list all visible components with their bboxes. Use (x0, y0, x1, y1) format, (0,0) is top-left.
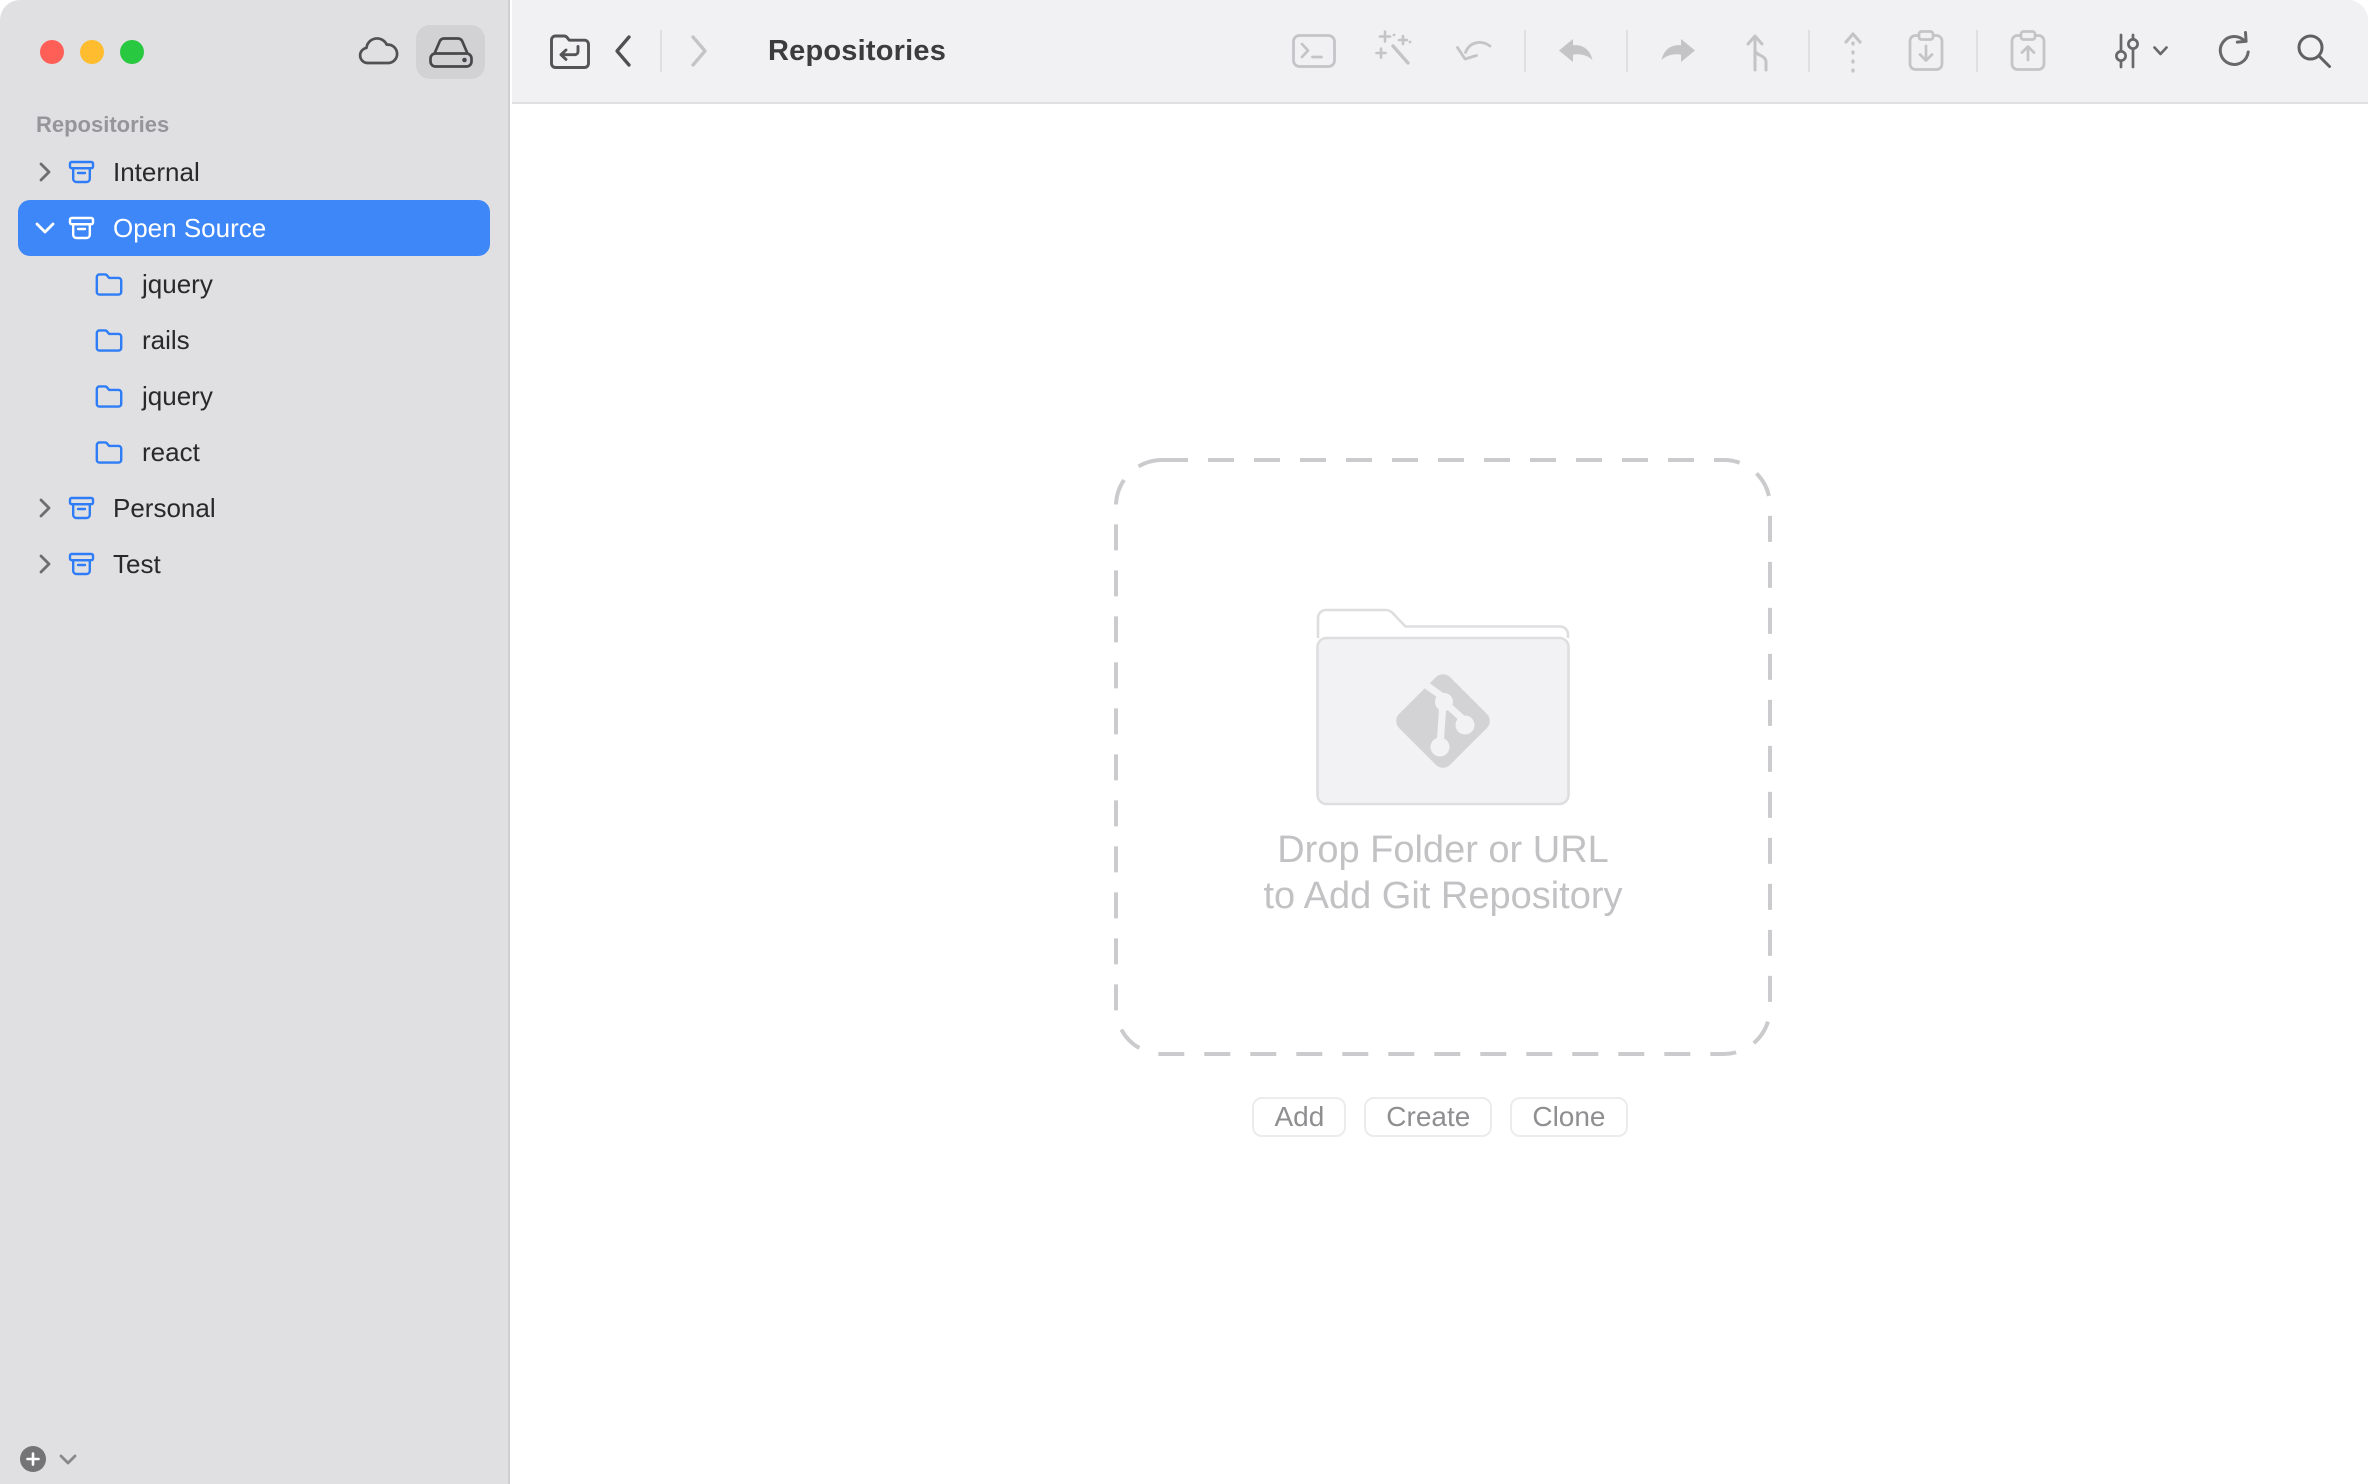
drop-zone[interactable]: Drop Folder or URL to Add Git Repository (1113, 457, 1773, 1057)
apply-stash-button[interactable] (1654, 21, 1702, 81)
sidebar-item-label: jquery (142, 268, 213, 299)
push-button[interactable] (1836, 21, 1870, 81)
sidebar-item-personal[interactable]: Personal (18, 480, 490, 536)
discard-button[interactable] (1450, 21, 1498, 81)
stash-arrow-left-icon (1559, 39, 1593, 62)
chevron-right-icon[interactable] (32, 497, 58, 519)
branch-options-icon (2114, 33, 2139, 69)
toolbar-separator (1976, 30, 1978, 72)
archive-box-icon (66, 157, 97, 188)
search-icon (2297, 34, 2331, 68)
pop-stash-clipboard-button[interactable] (2004, 21, 2052, 81)
archive-box-icon (66, 213, 97, 244)
chevron-down-icon[interactable] (32, 221, 58, 235)
back-icon (615, 35, 631, 67)
drive-icon (427, 34, 475, 70)
sidebar-titlebar (0, 0, 508, 104)
archive-box-icon (66, 493, 97, 524)
toolbar-navigation (546, 21, 714, 81)
sidebar-item-label: Personal (113, 492, 216, 523)
zoom-button[interactable] (120, 40, 144, 64)
sidebar: Repositories Internal Open Source jquery… (0, 0, 510, 1484)
display-options-button[interactable] (2100, 21, 2178, 81)
add-button[interactable]: Add (1252, 1097, 1347, 1137)
drop-zone-caption: Drop Folder or URL to Add Git Repository (1113, 827, 1773, 919)
merge-branch-icon (1746, 34, 1768, 72)
clipboard-up-icon (2010, 30, 2046, 71)
forward-icon (691, 35, 707, 67)
add-options-button[interactable] (58, 1453, 78, 1466)
main-area: Repositories Drop Folder or URL to Add G… (512, 0, 2368, 1484)
sidebar-item-label: rails (142, 324, 190, 355)
open-terminal-button[interactable] (1290, 21, 1338, 81)
sidebar-item-label: react (142, 436, 200, 467)
source-toggle (343, 25, 485, 79)
traffic-lights (40, 40, 144, 64)
close-button[interactable] (40, 40, 64, 64)
git-folder-icon (1315, 607, 1571, 807)
refresh-icon (2218, 31, 2250, 66)
toolbar-separator (1626, 30, 1628, 72)
toolbar-actions (1290, 21, 2338, 81)
folder-icon (94, 439, 124, 466)
sidebar-item-label: Open Source (113, 212, 267, 243)
repository-action-buttons: Add Create Clone (512, 1097, 2368, 1137)
back-to-repositories-button[interactable] (546, 21, 594, 81)
terminal-icon (1292, 34, 1336, 68)
refresh-button[interactable] (2210, 21, 2258, 81)
merge-button[interactable] (1734, 21, 1782, 81)
history-forward-button[interactable] (684, 21, 714, 81)
add-plus-icon (26, 1452, 40, 1466)
sidebar-item-react[interactable]: react (18, 424, 490, 480)
sidebar-item-test[interactable]: Test (18, 536, 490, 592)
push-dashed-arrow-icon (1844, 32, 1862, 73)
history-back-button[interactable] (608, 21, 638, 81)
sidebar-item-label: Internal (113, 156, 200, 187)
local-repos-button[interactable] (416, 25, 485, 79)
stash-button[interactable] (1552, 21, 1600, 81)
minimize-button[interactable] (80, 40, 104, 64)
sidebar-item-open-source[interactable]: Open Source (18, 200, 490, 256)
search-button[interactable] (2290, 21, 2338, 81)
chevron-down-icon (2152, 46, 2168, 56)
toolbar-separator (660, 30, 662, 72)
sidebar-item-jquery[interactable]: jquery (18, 256, 490, 312)
toolbar-separator (1524, 30, 1526, 72)
magic-wand-icon (1375, 30, 1412, 65)
create-button[interactable]: Create (1364, 1097, 1493, 1137)
folder-icon (94, 271, 124, 298)
quick-actions-button[interactable] (1370, 21, 1418, 81)
toolbar: Repositories (512, 0, 2368, 104)
folder-icon (94, 383, 124, 410)
clipboard-down-icon (1908, 30, 1944, 71)
add-repository-button[interactable] (20, 1446, 46, 1472)
sidebar-item-internal[interactable]: Internal (18, 144, 490, 200)
repository-tree: Internal Open Source jquery rails jquery… (0, 144, 508, 592)
back-to-repositories-icon (550, 34, 590, 69)
archive-box-icon (66, 549, 97, 580)
sidebar-item-rails[interactable]: rails (18, 312, 490, 368)
clone-button[interactable]: Clone (1510, 1097, 1628, 1137)
undo-arrow-icon (1456, 41, 1492, 61)
cloud-repos-button[interactable] (343, 25, 412, 79)
page-title: Repositories (768, 34, 947, 67)
repositories-content: Drop Folder or URL to Add Git Repository… (512, 106, 2368, 1484)
apply-arrow-right-icon (1661, 39, 1695, 62)
sidebar-item-label: jquery (142, 380, 213, 411)
chevron-right-icon[interactable] (32, 161, 58, 183)
sidebar-section-header: Repositories (36, 112, 170, 137)
chevron-right-icon[interactable] (32, 553, 58, 575)
chevron-down-icon (59, 1454, 77, 1464)
sidebar-item-jquery-2[interactable]: jquery (18, 368, 490, 424)
app-window: Repositories Internal Open Source jquery… (0, 0, 2368, 1484)
folder-icon (94, 327, 124, 354)
sidebar-footer (20, 1446, 78, 1472)
toolbar-separator (1808, 30, 1810, 72)
drop-zone-caption-line2: to Add Git Repository (1263, 875, 1623, 917)
sidebar-item-label: Test (113, 548, 161, 579)
cloud-icon (355, 36, 401, 69)
stash-clipboard-button[interactable] (1902, 21, 1950, 81)
drop-zone-caption-line1: Drop Folder or URL (1277, 829, 1609, 871)
